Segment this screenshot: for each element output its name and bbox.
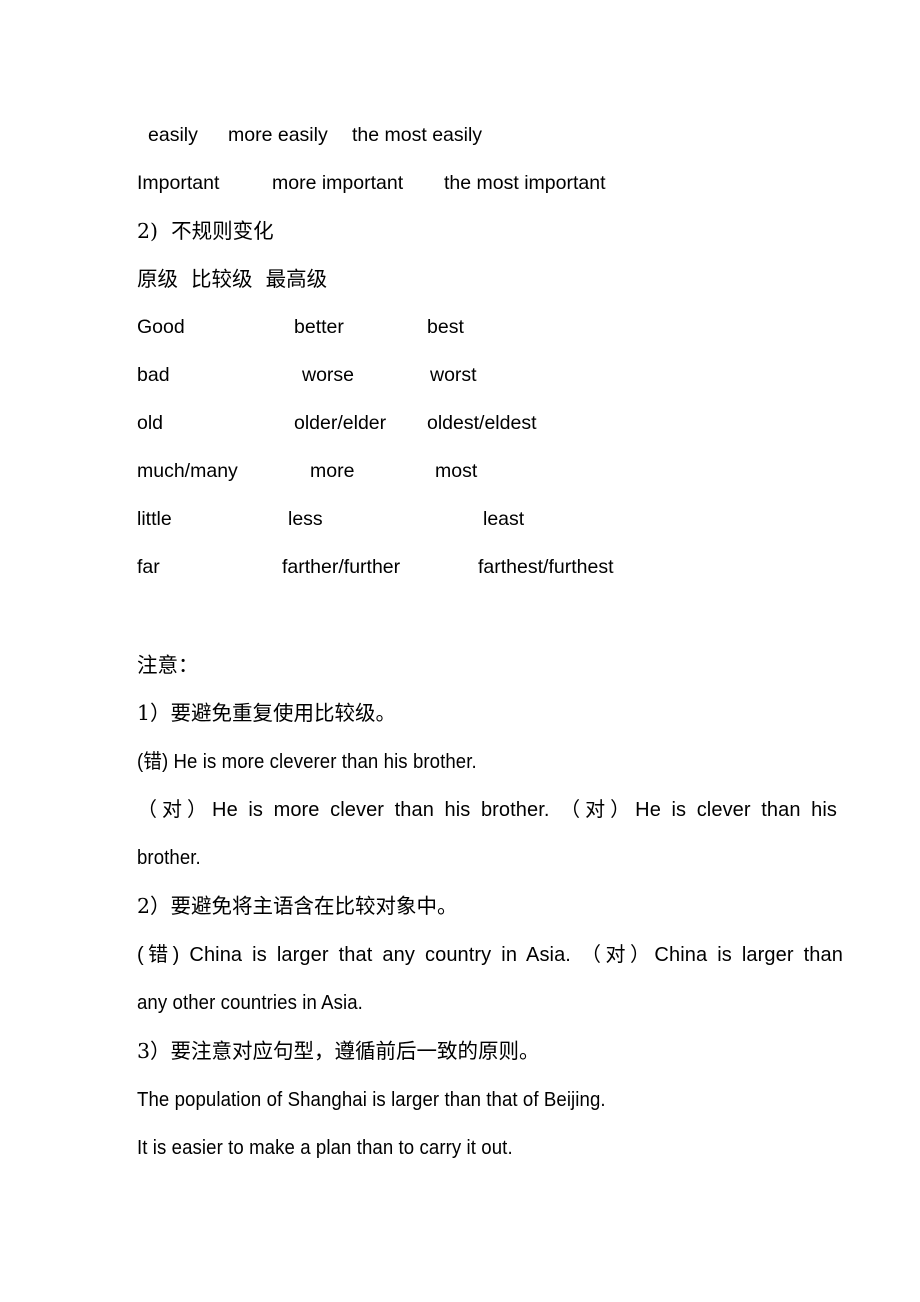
- table-row: bad worse worst: [0, 364, 920, 392]
- regular-positive: Important: [137, 172, 220, 194]
- table-cell-positive: much/many: [137, 460, 238, 482]
- note-wrong-example-1: (错) He is more cleverer than his brother…: [137, 751, 477, 773]
- table-cell-comparative: farther/further: [282, 556, 401, 578]
- regular-comparative: more important: [272, 172, 404, 194]
- notes-label: 注意：: [137, 653, 199, 677]
- regular-comparative: more easily: [228, 124, 328, 146]
- regular-positive: easily: [148, 124, 198, 146]
- table-cell-superlative: farthest/furthest: [478, 556, 614, 578]
- note-examples-2: (错) China is larger that any country in …: [137, 945, 843, 965]
- note-example-3-1: The population of Shanghai is larger tha…: [137, 1089, 606, 1111]
- table-cell-positive: little: [137, 508, 172, 530]
- table-row: Good better best: [0, 316, 920, 344]
- table-cell-comparative: worse: [302, 364, 355, 386]
- note-rule-2: 2）要避免将主语含在比较对象中。: [137, 894, 458, 918]
- table-row: much/many more most: [0, 460, 920, 488]
- note-example-3-2: It is easier to make a plan than to carr…: [137, 1137, 513, 1159]
- section-heading-irregular: 2) 不规则变化: [137, 219, 274, 243]
- regular-example-row: Important more important the most import…: [0, 172, 920, 200]
- table-cell-superlative: worst: [430, 364, 477, 386]
- note-right-example-1a: （对）He is more clever than his brother.: [137, 799, 550, 821]
- note-rule-1: 1）要避免重复使用比较级。: [137, 701, 397, 725]
- table-cell-positive: bad: [137, 364, 170, 386]
- table-cell-comparative: older/elder: [294, 412, 387, 434]
- note-wrong-example-2: (错) China is larger that any country in …: [137, 944, 571, 966]
- document-page: easily more easily the most easily Impor…: [0, 0, 920, 1302]
- regular-example-row: easily more easily the most easily: [0, 124, 920, 152]
- table-row: little less least: [0, 508, 920, 536]
- table-cell-comparative: less: [288, 508, 323, 530]
- note-right-examples-1: （对）He is more clever than his brother. （…: [137, 800, 837, 820]
- table-cell-positive: old: [137, 412, 164, 434]
- note-rule-3: 3）要注意对应句型，遵循前后一致的原则。: [137, 1039, 540, 1063]
- regular-superlative: the most important: [444, 172, 606, 194]
- irregular-column-headers: 原级 比较级 最高级: [137, 267, 328, 291]
- table-cell-superlative: least: [483, 508, 525, 530]
- regular-superlative: the most easily: [352, 124, 483, 146]
- note-right-example-2: （对）China is larger than: [581, 944, 843, 966]
- table-cell-positive: far: [137, 556, 160, 578]
- table-cell-superlative: oldest/eldest: [427, 412, 537, 434]
- table-cell-positive: Good: [137, 316, 185, 338]
- note-right-example-1b: （对）He is clever than his: [560, 799, 837, 821]
- table-cell-superlative: most: [435, 460, 478, 482]
- table-cell-superlative: best: [427, 316, 464, 338]
- table-cell-comparative: more: [310, 460, 355, 482]
- table-row: old older/elder oldest/eldest: [0, 412, 920, 440]
- note-right-example-1b-continued: brother.: [137, 847, 201, 869]
- table-row: far farther/further farthest/furthest: [0, 556, 920, 584]
- note-right-example-2-continued: any other countries in Asia.: [137, 992, 363, 1014]
- table-cell-comparative: better: [294, 316, 344, 338]
